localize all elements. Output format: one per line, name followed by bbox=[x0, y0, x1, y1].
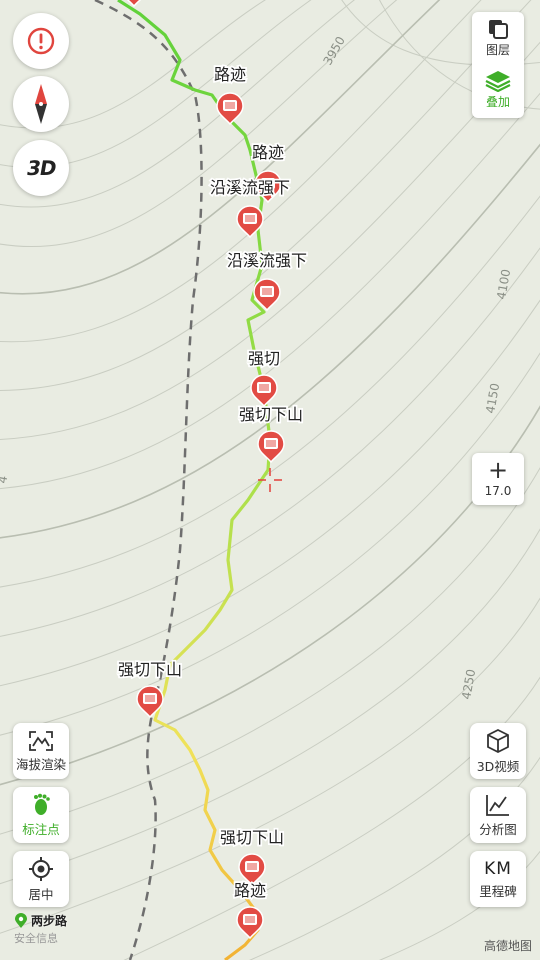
compass-icon bbox=[35, 84, 47, 124]
footprint-icon bbox=[34, 793, 50, 815]
analysis-chart-button[interactable]: 分析图 bbox=[470, 787, 526, 843]
milestone-label: 里程碑 bbox=[479, 883, 517, 899]
waypoint-label-2: 路迹 bbox=[252, 143, 284, 162]
elevation-render-icon bbox=[29, 730, 53, 751]
waypoint-label-1: 路迹 bbox=[214, 65, 246, 84]
waypoint-label-9: 路迹 bbox=[234, 881, 266, 900]
analysis-chart-label: 分析图 bbox=[479, 821, 517, 837]
waypoint-label-7: 强切下山 bbox=[118, 660, 182, 679]
zoom-plus-icon[interactable]: + bbox=[488, 458, 508, 482]
markers-label: 标注点 bbox=[22, 821, 60, 837]
overlay-label: 叠加 bbox=[485, 95, 510, 109]
brand-subtitle: 安全信息 bbox=[14, 932, 58, 945]
waypoint-label-6: 强切下山 bbox=[239, 405, 303, 424]
brand-pin-icon bbox=[15, 912, 27, 928]
map-provider-credit: 高德地图 bbox=[483, 939, 532, 953]
3d-video-label: 3D视频 bbox=[476, 758, 520, 774]
3d-toggle-button[interactable]: 3D bbox=[13, 140, 69, 196]
brand-name: 两步路 bbox=[31, 914, 68, 928]
layers-panel: 图层 叠加 bbox=[472, 12, 524, 118]
km-icon: KM bbox=[484, 858, 512, 879]
waypoint-label-5: 强切 bbox=[248, 349, 280, 368]
waypoint-label-8: 强切下山 bbox=[220, 828, 284, 847]
zoom-control[interactable]: + 17.0 bbox=[472, 453, 524, 505]
app-logo: 两步路 bbox=[14, 912, 67, 929]
locate-icon bbox=[29, 856, 53, 881]
elevation-render-label: 海拔渲染 bbox=[15, 756, 66, 772]
elevation-render-button[interactable]: 海拔渲染 bbox=[13, 723, 69, 779]
layers-button[interactable]: 图层 bbox=[472, 18, 524, 58]
center-button[interactable]: 居中 bbox=[13, 851, 69, 907]
layers-label: 图层 bbox=[485, 43, 510, 57]
map-canvas[interactable]: 3950 4100 4150 4250 4 路迹 路迹 沿溪流强下 沿溪流强下 … bbox=[0, 0, 540, 960]
waypoint-label-3: 沿溪流强下 bbox=[210, 178, 290, 197]
cube-icon bbox=[487, 728, 509, 753]
markers-button[interactable]: 标注点 bbox=[13, 787, 69, 843]
overlay-stack-icon bbox=[485, 71, 511, 92]
3d-video-button[interactable]: 3D视频 bbox=[470, 723, 526, 779]
waypoint-label-4: 沿溪流强下 bbox=[227, 251, 307, 270]
3d-icon: 3D bbox=[24, 156, 58, 180]
center-label: 居中 bbox=[28, 886, 54, 902]
alert-icon bbox=[27, 27, 55, 55]
line-chart-icon bbox=[486, 794, 509, 816]
overlay-button[interactable]: 叠加 bbox=[472, 70, 524, 110]
compass-button[interactable] bbox=[13, 76, 69, 132]
zoom-level: 17.0 bbox=[484, 484, 512, 498]
layers-icon bbox=[489, 20, 508, 39]
alert-button[interactable] bbox=[13, 13, 69, 69]
milestone-button[interactable]: KM 里程碑 bbox=[470, 851, 526, 907]
